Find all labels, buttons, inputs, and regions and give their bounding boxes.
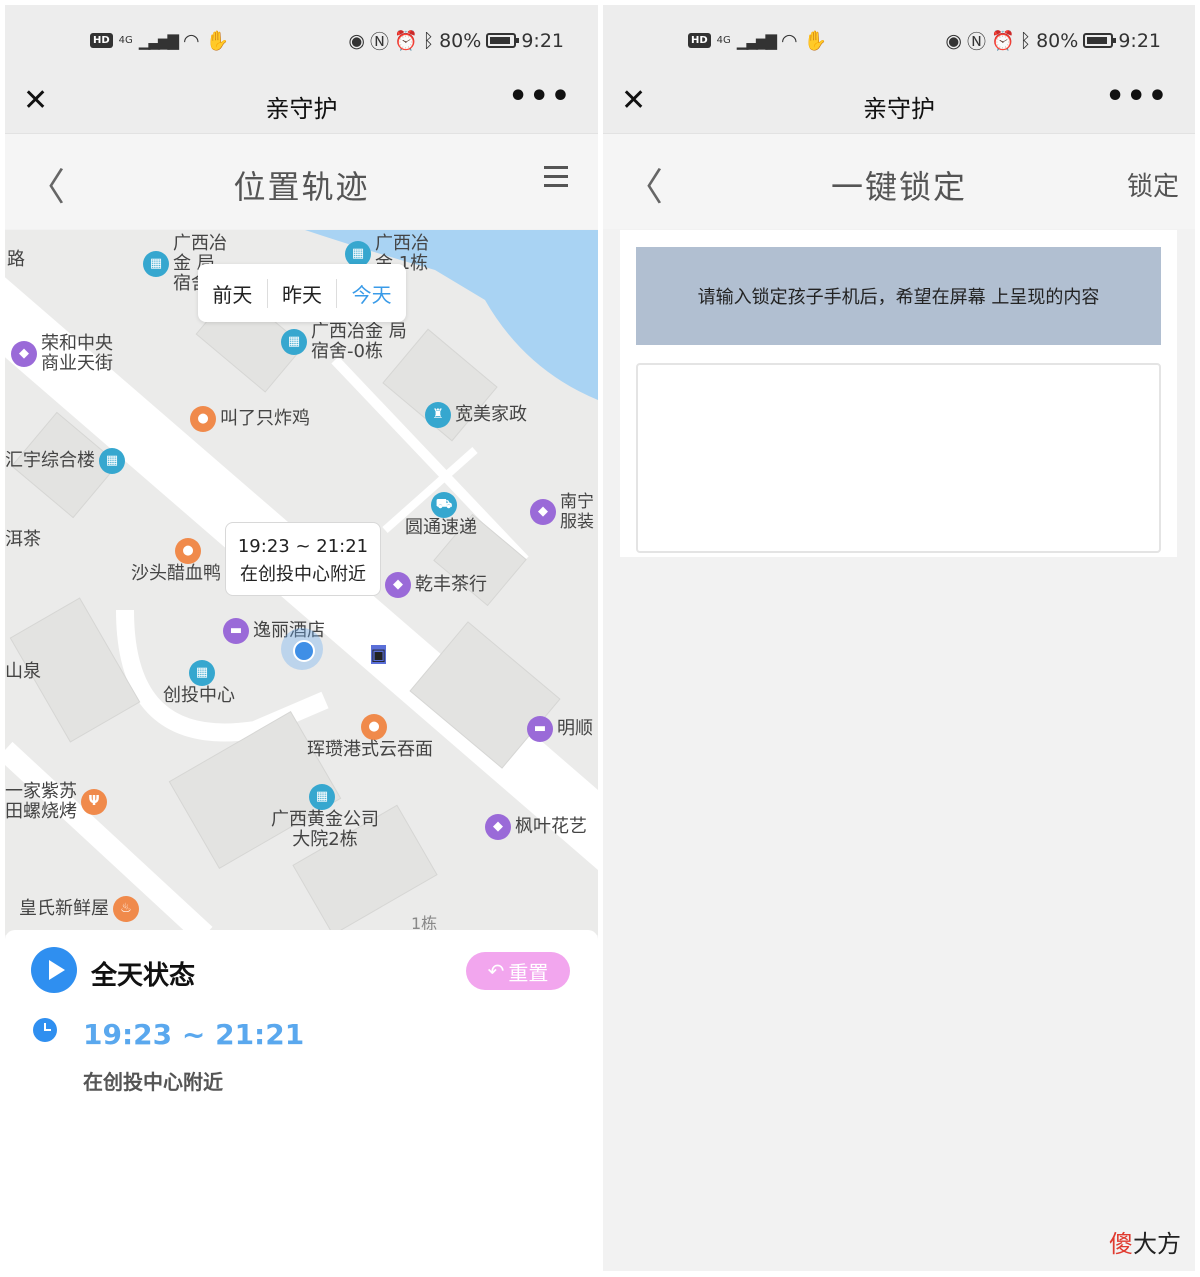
bluetooth-icon: ᛒ xyxy=(1019,29,1032,52)
location-screen: HD 4G ▁▃▅▇ ◠ ✋ ◉ Ⓝ ⏰ ᛒ 80% 9:21 ✕ 亲守护 ••… xyxy=(5,5,598,1271)
watermark-mark: 傻 xyxy=(1109,1230,1133,1258)
nfc-icon: Ⓝ xyxy=(967,31,987,53)
page-title: 一键锁定 xyxy=(830,168,967,206)
hand-icon: ✋ xyxy=(803,30,828,52)
segment-place: 在创投中心附近 xyxy=(83,1070,223,1094)
hd-icon: HD xyxy=(90,33,113,48)
bus-stop-icon[interactable]: ▣ xyxy=(371,645,387,664)
map-poi-road[interactable]: 路 xyxy=(7,250,25,270)
map-poi-tea[interactable]: 洱茶 xyxy=(5,530,41,550)
reset-label: 重置 xyxy=(508,960,549,985)
nfc-icon: Ⓝ xyxy=(370,31,390,53)
map-poi-huangshi[interactable]: 皇氏新鲜屋 ♨ xyxy=(19,896,139,922)
day-tabs: 前天 昨天 今天 xyxy=(198,264,406,322)
map-poi-chuangtou-center[interactable]: ▦ 创投中心 xyxy=(163,660,235,706)
map-poi-kuanmei[interactable]: ♜ 宽美家政 xyxy=(425,402,527,428)
page-nav-bar: 〈 位置轨迹 xyxy=(5,133,598,229)
eye-icon: ◉ xyxy=(348,29,365,52)
map-poi-zisu-bbq[interactable]: 一家紫苏 田螺烧烤 Ψ xyxy=(5,782,107,822)
map-poi-maple-flowers[interactable]: ◆ 枫叶花艺 xyxy=(485,814,587,840)
network-label: 4G xyxy=(118,35,133,46)
clock-time: 9:21 xyxy=(1118,29,1161,52)
menu-icon[interactable] xyxy=(544,166,568,188)
reset-button[interactable]: ↶ 重置 xyxy=(466,952,570,990)
status-card-title: 全天状态 xyxy=(91,961,196,991)
clock-icon xyxy=(33,1018,57,1042)
hand-icon: ✋ xyxy=(205,30,230,52)
wechat-title-bar: ✕ 亲守护 ••• xyxy=(603,75,1195,133)
page-title: 位置轨迹 xyxy=(233,168,370,206)
status-bar: HD 4G ▁▃▅▇ ◠ ✋ ◉ Ⓝ ⏰ ᛒ 80% 9:21 xyxy=(603,5,1195,75)
map-poi-yuantong[interactable]: ⛟ 圆通速递 xyxy=(405,492,477,538)
map-poi-nanning-clothing[interactable]: ◆ 南宁 服装 xyxy=(530,492,598,532)
lock-screen: HD 4G ▁▃▅▇ ◠ ✋ ◉ Ⓝ ⏰ ᛒ 80% 9:21 ✕ 亲守护 ••… xyxy=(603,5,1195,1271)
location-callout[interactable]: 19:23 ~ 21:21 在创投中心附近 xyxy=(225,522,381,596)
lock-button[interactable]: 锁定 xyxy=(1127,166,1179,203)
lock-hint-banner: 请输入锁定孩子手机后，希望在屏幕 上呈现的内容 xyxy=(636,247,1161,345)
page-nav-bar: 〈 一键锁定 锁定 xyxy=(603,133,1195,229)
clock-time: 9:21 xyxy=(521,29,564,52)
battery-icon xyxy=(486,33,520,48)
status-card: 全天状态 ↶ 重置 19:23 ~ 21:21 在创投中心附近 xyxy=(5,930,598,1271)
eye-icon: ◉ xyxy=(945,29,962,52)
more-icon[interactable]: ••• xyxy=(508,79,572,114)
map-view[interactable]: 路 ▦ 广西冶金 局宿舍 ▦ 广西冶金 1栋 ◆ 荣和中央 商业天街 ▦ 广西冶金 局宿… xyxy=(5,230,598,935)
alarm-icon: ⏰ xyxy=(394,30,418,52)
map-poi-shanquan[interactable]: 山泉 xyxy=(5,662,41,682)
map-poi-wonton[interactable]: ● 珲瓒港式云吞面 xyxy=(307,714,433,760)
play-icon[interactable] xyxy=(31,947,77,993)
callout-place: 在创投中心附近 xyxy=(240,564,366,585)
map-poi-huiyu[interactable]: 汇宇综合楼 ▦ xyxy=(5,448,125,474)
tab-yesterday[interactable]: 昨天 xyxy=(268,278,338,308)
status-bar: HD 4G ▁▃▅▇ ◠ ✋ ◉ Ⓝ ⏰ ᛒ 80% 9:21 xyxy=(5,5,598,75)
alarm-icon: ⏰ xyxy=(991,30,1015,52)
wifi-icon: ◠ xyxy=(780,29,798,52)
map-poi-gold-company[interactable]: ▦ 广西黄金公司 大院2栋 xyxy=(265,784,385,850)
map-poi-metallurgy-0[interactable]: ▦ 广西冶金 局宿舍-0栋 xyxy=(281,322,411,362)
lock-message-input[interactable] xyxy=(636,363,1161,553)
more-icon[interactable]: ••• xyxy=(1105,79,1169,114)
wifi-icon: ◠ xyxy=(182,29,200,52)
undo-icon: ↶ xyxy=(487,959,505,983)
battery-percent: 80% xyxy=(1036,29,1079,52)
signal-icon: ▁▃▅▇ xyxy=(138,31,179,50)
map-poi-fried-chicken[interactable]: ● 叫了只炸鸡 xyxy=(190,406,310,432)
hd-icon: HD xyxy=(688,33,711,48)
callout-time: 19:23 ~ 21:21 xyxy=(237,536,369,557)
bluetooth-icon: ᛒ xyxy=(422,29,435,52)
map-poi-duck[interactable]: ● 沙头醋血鸭 xyxy=(131,538,221,584)
map-poi-ronghe[interactable]: ◆ 荣和中央 商业天街 xyxy=(11,334,121,374)
battery-icon xyxy=(1083,33,1117,48)
tab-day-before-yesterday[interactable]: 前天 xyxy=(198,278,268,308)
signal-icon: ▁▃▅▇ xyxy=(736,31,777,50)
segment-time[interactable]: 19:23 ~ 21:21 xyxy=(83,1018,304,1051)
current-location-marker[interactable] xyxy=(281,628,323,670)
map-poi-mingshun[interactable]: ▬ 明顺 xyxy=(527,716,593,742)
map-poi-qianfeng-tea[interactable]: ◆ 乾丰茶行 xyxy=(385,572,487,598)
wechat-title-bar: ✕ 亲守护 ••• xyxy=(5,75,598,133)
lock-form: 请输入锁定孩子手机后，希望在屏幕 上呈现的内容 xyxy=(620,230,1177,557)
watermark-text: 大方 xyxy=(1133,1230,1181,1258)
tab-today[interactable]: 今天 xyxy=(337,279,406,308)
battery-percent: 80% xyxy=(439,29,482,52)
network-label: 4G xyxy=(716,35,731,46)
watermark: 傻大方 xyxy=(1109,1224,1181,1259)
